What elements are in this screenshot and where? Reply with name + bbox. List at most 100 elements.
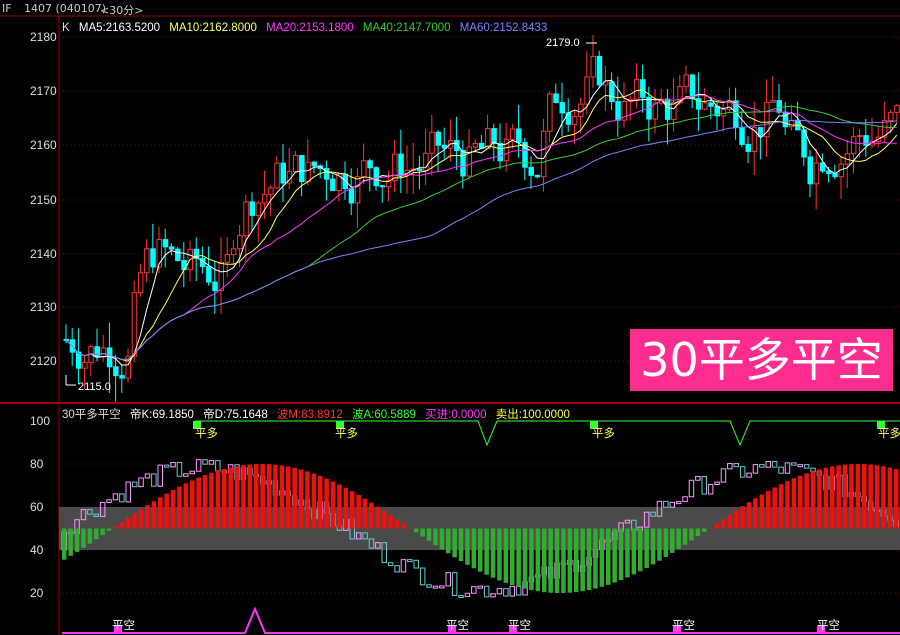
sell-signal: 平空 bbox=[817, 620, 840, 632]
candle-body bbox=[361, 160, 367, 178]
kd-bar bbox=[464, 592, 471, 598]
kd-bar bbox=[125, 481, 131, 503]
kd-bar bbox=[106, 499, 112, 503]
kd-bar bbox=[771, 461, 778, 468]
candle-body bbox=[553, 93, 559, 104]
wave-bar bbox=[254, 464, 259, 529]
kd-bar bbox=[419, 567, 426, 586]
wave-bar bbox=[868, 464, 873, 529]
candle-body bbox=[807, 156, 813, 185]
candle-body bbox=[857, 135, 863, 138]
kd-bar bbox=[138, 477, 144, 488]
wave-bar bbox=[836, 465, 841, 529]
wave-bar bbox=[394, 519, 400, 529]
wave-bar bbox=[593, 528, 598, 589]
kd-bar bbox=[663, 500, 669, 508]
candle-body bbox=[212, 281, 218, 292]
wave-bar bbox=[625, 528, 630, 578]
wave-bar bbox=[721, 518, 726, 529]
wave-bar bbox=[170, 489, 176, 529]
wave-bar bbox=[657, 528, 662, 561]
wave-bar bbox=[810, 471, 816, 529]
candle-body bbox=[243, 201, 249, 237]
candle-body bbox=[571, 115, 578, 125]
kd-bar bbox=[490, 593, 496, 598]
candle-body bbox=[131, 292, 138, 357]
wave-bar bbox=[407, 527, 413, 529]
wave-bar bbox=[830, 466, 835, 529]
kd-bar bbox=[688, 479, 695, 498]
candle-body bbox=[528, 166, 534, 176]
y-tick: 2120 bbox=[30, 354, 57, 368]
candle-body bbox=[156, 239, 162, 268]
ma10-value: MA10:2162.8000 bbox=[169, 22, 257, 34]
candle-body bbox=[373, 167, 379, 187]
wave-bar bbox=[842, 464, 848, 529]
wave-bar bbox=[375, 506, 381, 529]
wave-bar bbox=[862, 464, 867, 529]
wave-bar bbox=[81, 528, 86, 548]
ma10-line bbox=[65, 89, 898, 362]
wave-bar bbox=[798, 475, 803, 529]
wave-bar bbox=[62, 528, 67, 560]
buy-signal-line bbox=[195, 420, 900, 447]
wave-bar bbox=[247, 464, 253, 529]
wave-bar bbox=[708, 527, 713, 529]
wave-bar bbox=[234, 466, 240, 529]
wave-bar bbox=[746, 502, 752, 529]
wave-bar bbox=[618, 528, 624, 581]
low-marker: 2115.0 bbox=[78, 381, 111, 393]
kd-bar bbox=[707, 484, 714, 495]
kd-bar bbox=[797, 464, 803, 468]
sell-signal: 平空 bbox=[672, 620, 695, 632]
candle-body bbox=[299, 155, 305, 183]
wave-bar bbox=[158, 497, 163, 529]
wave-bar bbox=[529, 528, 534, 591]
wave-bar bbox=[426, 528, 432, 541]
wave-bar bbox=[292, 467, 297, 529]
wave-bar bbox=[522, 528, 528, 589]
wave-bar bbox=[586, 528, 592, 590]
wave-bar bbox=[676, 528, 681, 549]
kd-bar bbox=[675, 501, 682, 505]
wave-bar bbox=[535, 528, 541, 592]
wave-bar bbox=[503, 528, 509, 583]
ma40-value: MA40:2147.7000 bbox=[362, 22, 451, 34]
candlestick-chart[interactable] bbox=[0, 0, 900, 635]
k-value: 帝K:69.1850 bbox=[130, 409, 194, 421]
wave-bar bbox=[311, 473, 317, 529]
kd-bar bbox=[759, 464, 765, 468]
candle-body bbox=[175, 248, 181, 261]
kd-bar bbox=[400, 559, 407, 573]
wave-bar bbox=[439, 528, 445, 550]
kd-bar bbox=[515, 585, 522, 596]
candle-body bbox=[466, 146, 472, 177]
candle-body bbox=[894, 105, 900, 113]
wave-bar bbox=[266, 464, 272, 529]
kd-bar bbox=[170, 461, 176, 468]
candle-body bbox=[82, 361, 88, 369]
wave-bar bbox=[433, 528, 438, 546]
wave-bar bbox=[548, 528, 553, 593]
candle-body bbox=[348, 188, 355, 204]
wave-bar bbox=[894, 469, 899, 529]
wave-bar bbox=[100, 528, 105, 536]
wave-bar bbox=[126, 517, 131, 529]
wave-bar bbox=[695, 528, 701, 537]
wave-bar bbox=[151, 501, 157, 529]
wave-bar bbox=[542, 528, 547, 593]
candle-body bbox=[392, 153, 398, 182]
candle-body bbox=[218, 261, 224, 292]
wave-bar bbox=[778, 484, 784, 529]
candle-body bbox=[888, 111, 894, 122]
candle-body bbox=[113, 366, 119, 377]
wave-bar bbox=[286, 466, 291, 529]
wave-bar bbox=[183, 483, 189, 529]
candle-body bbox=[379, 185, 386, 188]
wave-bar bbox=[305, 471, 310, 529]
wave-bar bbox=[734, 510, 739, 529]
candle-body bbox=[274, 162, 280, 189]
kd-bar bbox=[432, 585, 439, 589]
wave-bar bbox=[580, 528, 585, 592]
wave-bar bbox=[471, 528, 477, 569]
